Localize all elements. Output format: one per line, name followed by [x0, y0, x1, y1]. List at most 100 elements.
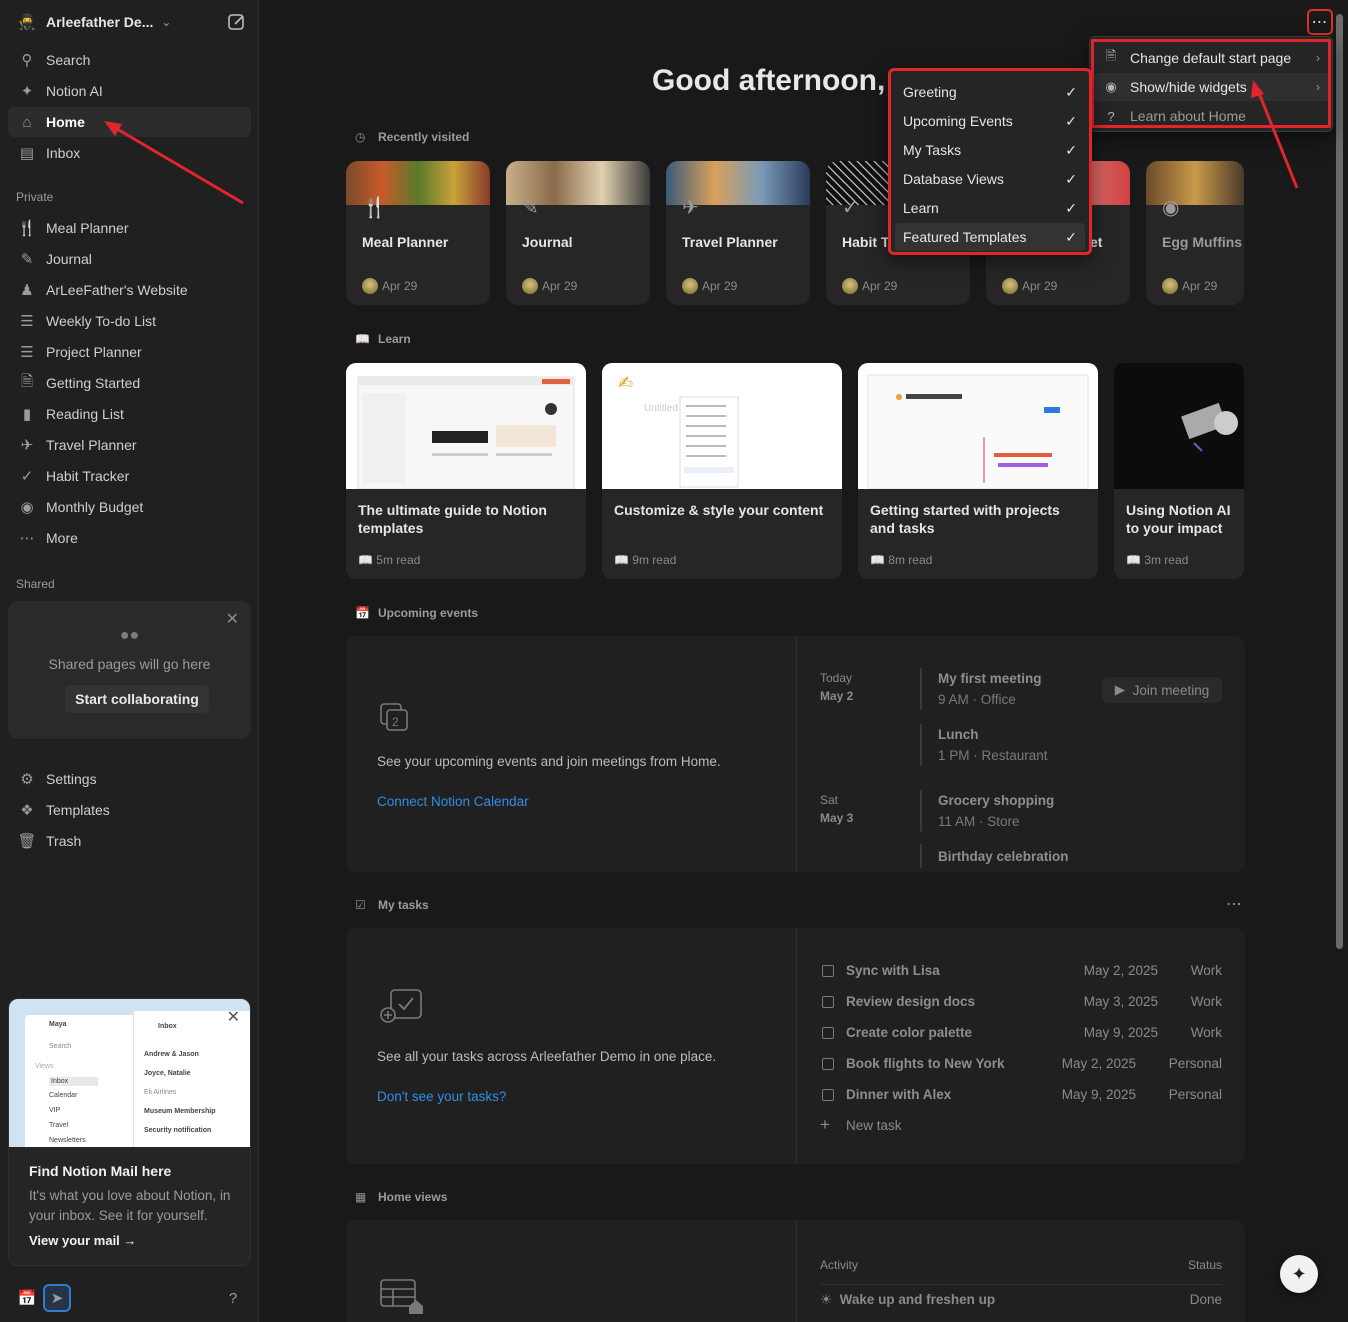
mail-preview-sender: Andrew & Jason [144, 1051, 199, 1058]
close-icon[interactable]: ✕ [226, 609, 239, 629]
card-date: Apr 29 [522, 278, 577, 294]
checkmark-icon: ✓ [1065, 83, 1077, 100]
sidebar-item-weekly-todo[interactable]: ☰ Weekly To-do List [8, 306, 251, 336]
sidebar-item-meal-planner[interactable]: 🍴 Meal Planner [8, 213, 251, 243]
task-row[interactable]: Create color palette May 9, 2025 Work [820, 1023, 1222, 1045]
recent-card-egg-muffins[interactable]: ◉ Egg Muffins Apr 29 [1146, 161, 1244, 305]
task-row[interactable]: Book flights to New York May 2, 2025 Perso… [820, 1054, 1222, 1076]
sidebar-item-trash[interactable]: 🗑 Trash [8, 826, 251, 856]
sidebar-item-search[interactable]: ⚲ Search [8, 45, 251, 75]
recent-card-journal[interactable]: ✎ Journal Apr 29 [506, 161, 650, 305]
task-tag: Personal [1168, 1087, 1222, 1102]
new-page-icon[interactable] [227, 12, 247, 32]
sidebar-item-project-planner[interactable]: ☰ Project Planner [8, 337, 251, 367]
learn-card-title: Using Notion AI to your impact [1126, 502, 1231, 536]
sidebar-item-label: Travel Planner [46, 437, 137, 453]
sidebar-item-travel-planner[interactable]: ✈ Travel Planner [8, 430, 251, 460]
task-title: Dinner with Alex [846, 1087, 952, 1102]
learn-card-notion-ai[interactable]: Using Notion AI to your impact 📖 3m read [1114, 363, 1244, 579]
sidebar-item-settings[interactable]: ⚙ Settings [8, 764, 251, 794]
my-tasks-description: See all your tasks across Arleefather De… [377, 1049, 717, 1064]
card-date: Apr 29 [842, 278, 897, 294]
task-row[interactable]: Sync with Lisa May 2, 2025 Work [820, 961, 1222, 983]
more-options-button[interactable]: ⋯ [1307, 9, 1333, 35]
section-header-learn: 📖 Learn [355, 332, 411, 346]
sidebar-item-more[interactable]: ⋯ More [8, 523, 251, 553]
widget-toggle-upcoming-events[interactable]: Upcoming Events ✓ [895, 107, 1085, 135]
workspace-switcher[interactable]: 🥷 Arleefather De... ⌄ [8, 8, 251, 36]
menu-item-show-hide-widgets[interactable]: ◉ Show/hide widgets › [1094, 73, 1330, 101]
read-time: 5m read [376, 553, 421, 567]
task-checkbox[interactable] [822, 1089, 834, 1101]
event-title[interactable]: Grocery shopping [938, 793, 1054, 808]
mail-card-title: Find Notion Mail here [29, 1163, 172, 1179]
trash-icon: 🗑 [17, 833, 37, 850]
sidebar-item-home[interactable]: ⌂ Home [8, 107, 251, 137]
sidebar-item-label: Getting Started [46, 375, 141, 391]
help-icon[interactable]: ? [219, 1284, 247, 1312]
menu-item-learn-about-home[interactable]: ? Learn about Home [1094, 102, 1330, 130]
help-ai-fab[interactable]: ✦ [1280, 1255, 1318, 1293]
learn-card-templates-guide[interactable]: The ultimate guide to Notion templates 📖… [346, 363, 586, 579]
new-task-label: New task [846, 1118, 902, 1133]
event-title[interactable]: Lunch [938, 727, 979, 742]
card-title: Journal [522, 234, 573, 250]
task-row[interactable]: Review design docs May 3, 2025 Work [820, 992, 1222, 1014]
join-meeting-button[interactable]: ▶︎ Join meeting [1102, 677, 1222, 703]
learn-card-projects-tasks[interactable]: Getting started with projects and tasks … [858, 363, 1098, 579]
card-title: Meal Planner [362, 234, 449, 250]
event-day-date: May 3 [820, 811, 854, 825]
widget-toggle-database-views[interactable]: Database Views ✓ [895, 165, 1085, 193]
recent-card-meal-planner[interactable]: 🍴 Meal Planner Apr 29 [346, 161, 490, 305]
calendar-icon[interactable]: 📅 [13, 1284, 41, 1312]
task-row[interactable]: Dinner with Alex May 9, 2025 Personal [820, 1085, 1222, 1107]
recent-card-travel-planner[interactable]: ✈ Travel Planner Apr 29 [666, 161, 810, 305]
dont-see-tasks-link[interactable]: Don't see your tasks? [377, 1089, 506, 1104]
start-collaborating-button[interactable]: Start collaborating [65, 685, 209, 713]
task-checkbox[interactable] [822, 1058, 834, 1070]
sidebar-item-templates[interactable]: ❖ Templates [8, 795, 251, 825]
card-date: Apr 29 [362, 278, 417, 294]
sidebar-item-inbox[interactable]: ▤ Inbox [8, 138, 251, 168]
connect-calendar-link[interactable]: Connect Notion Calendar [377, 794, 529, 809]
event-title[interactable]: My first meeting [938, 671, 1042, 686]
widget-label: Database Views [903, 171, 1004, 187]
people-icon: ●● [119, 627, 140, 644]
avatar [362, 278, 378, 294]
learn-card-customize-style[interactable]: ✍ Untitled Customize & style your conten… [602, 363, 842, 579]
task-checkbox[interactable] [822, 1027, 834, 1039]
sidebar-item-label: Trash [46, 833, 82, 849]
learn-card-title: Getting started with projects and tasks [870, 502, 1060, 536]
sidebar-item-getting-started[interactable]: 🗎 Getting Started [8, 368, 251, 398]
event-title[interactable]: Birthday celebration [938, 849, 1069, 864]
close-icon[interactable]: ✕ [227, 1007, 240, 1027]
sidebar-item-monthly-budget[interactable]: ◉ Monthly Budget [8, 492, 251, 522]
section-label-shared: Shared [16, 577, 55, 591]
shared-message: Shared pages will go here [48, 656, 211, 672]
task-checkbox[interactable] [822, 996, 834, 1008]
task-date: May 2, 2025 [1083, 963, 1158, 978]
new-task-row[interactable]: + New task [820, 1115, 1222, 1138]
card-title: Habit T [842, 234, 890, 250]
sidebar-item-notion-ai[interactable]: ✦ Notion AI [8, 76, 251, 106]
sidebar-item-website[interactable]: ♟ ArLeeFather's Website [8, 275, 251, 305]
view-mail-link[interactable]: View your mail → [29, 1233, 136, 1248]
sidebar-item-reading-list[interactable]: ▮ Reading List [8, 399, 251, 429]
dining-icon: 🍴 [17, 220, 37, 237]
tasks-more-icon[interactable]: ⋯ [1226, 894, 1242, 914]
task-checkbox[interactable] [822, 965, 834, 977]
scrollbar[interactable] [1336, 14, 1343, 949]
sidebar-item-habit-tracker[interactable]: ✓ Habit Tracker [8, 461, 251, 491]
widget-toggle-learn[interactable]: Learn ✓ [895, 194, 1085, 222]
widget-toggle-greeting[interactable]: Greeting ✓ [895, 78, 1085, 106]
home-views-row[interactable]: ☀ Wake up and freshen up Done [820, 1284, 1222, 1308]
section-title: Learn [378, 332, 411, 346]
sidebar-item-journal[interactable]: ✎ Journal [8, 244, 251, 274]
menu-item-change-start-page[interactable]: 🗎 Change default start page › [1094, 44, 1330, 72]
card-date: Apr 29 [1002, 278, 1057, 294]
widget-toggle-featured-templates[interactable]: Featured Templates ✓ [895, 223, 1085, 251]
card-date: Apr 29 [682, 278, 737, 294]
mail-send-icon[interactable]: ➤ [43, 1284, 71, 1312]
avatar [1002, 278, 1018, 294]
widget-toggle-my-tasks[interactable]: My Tasks ✓ [895, 136, 1085, 164]
